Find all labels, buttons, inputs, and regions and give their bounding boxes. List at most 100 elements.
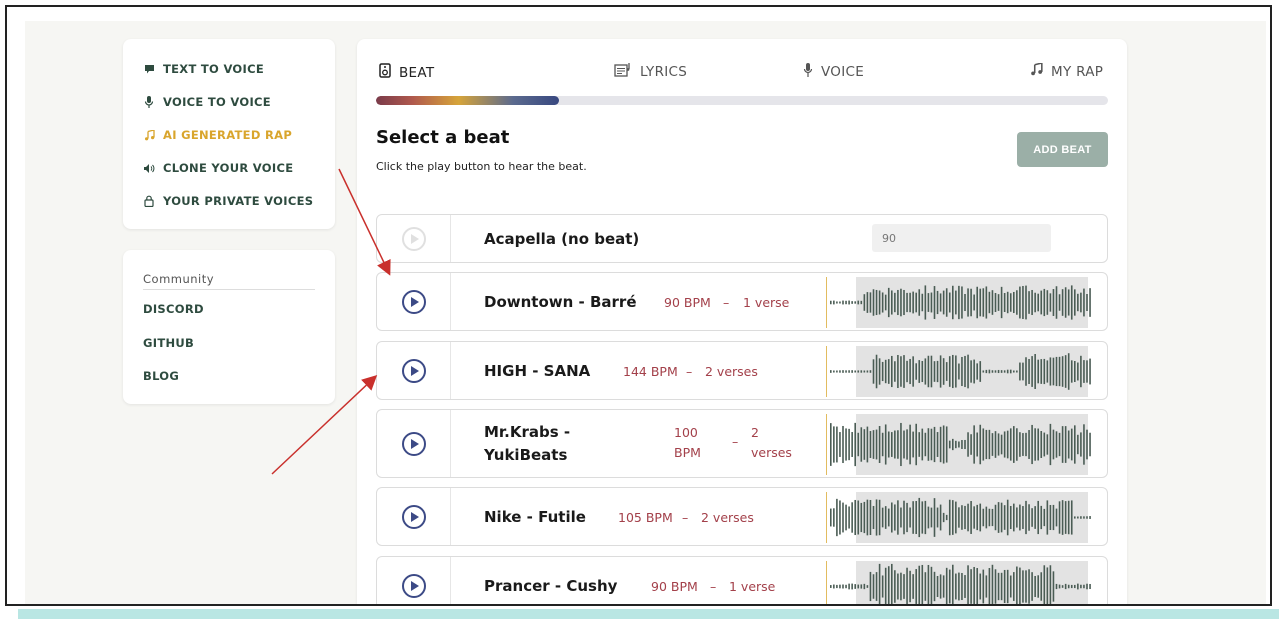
beat-name-line2: YukiBeats — [484, 446, 568, 464]
waveform-bar — [1022, 362, 1024, 381]
waveform-bar — [1043, 565, 1046, 604]
waveform-bar — [1086, 360, 1088, 383]
beat-row-high[interactable]: HIGH - SANA 144 BPM – 2 verses — [376, 341, 1108, 400]
waveform-bar — [979, 361, 982, 382]
play-icon[interactable] — [401, 573, 426, 598]
beat-row-prancer[interactable]: Prancer - Cushy 90 BPM – 1 verse — [376, 556, 1108, 606]
waveform-bar — [1089, 288, 1091, 317]
beat-row-acapella[interactable]: Acapella (no beat) — [376, 214, 1108, 263]
beat-row-mr-krabs[interactable]: Mr.Krabs - YukiBeats 100 BPM – 2 verses — [376, 409, 1108, 478]
waveform-bar — [1049, 423, 1052, 466]
nav-item-your-private-voices[interactable]: YOUR PRIVATE VOICES — [143, 194, 313, 208]
nav-item-text-to-voice[interactable]: TEXT TO VOICE — [143, 62, 264, 76]
waveform-bar — [918, 565, 921, 604]
waveform-bar — [845, 370, 847, 373]
waveform-bar — [912, 431, 914, 458]
waveform[interactable] — [826, 488, 1096, 547]
nav-item-ai-generated-rap[interactable]: AI GENERATED RAP — [143, 128, 292, 142]
beat-name: Acapella (no beat) — [484, 230, 640, 248]
waveform-bar — [1052, 357, 1055, 386]
waveform-bar — [836, 584, 838, 589]
play-icon[interactable] — [401, 289, 426, 314]
waveform[interactable] — [826, 557, 1096, 606]
waveform-bar — [1083, 516, 1085, 519]
waveform-bar — [830, 585, 832, 588]
waveform-bar — [1055, 356, 1058, 387]
waveform-bar — [1070, 584, 1073, 589]
nav-item-voice-to-voice[interactable]: VOICE TO VOICE — [143, 95, 271, 109]
waveform-bar — [1037, 293, 1039, 312]
waveform-bar — [900, 507, 902, 528]
waveform-bar — [860, 427, 863, 462]
waveform-bar — [915, 423, 917, 466]
waveform-bar — [842, 300, 844, 305]
waveform-bar — [842, 370, 844, 373]
waveform-bar — [939, 574, 942, 599]
waveform[interactable] — [826, 273, 1096, 332]
link-github[interactable]: GITHUB — [143, 336, 194, 350]
waveform-bar — [921, 428, 924, 461]
tab-beat[interactable]: BEAT — [379, 63, 434, 82]
tab-my-rap[interactable]: MY RAP — [1030, 62, 1104, 80]
waveform-bar — [887, 566, 890, 604]
play-cell — [377, 557, 451, 604]
link-blog[interactable]: BLOG — [143, 369, 179, 383]
beat-row-downtown[interactable]: Downtown - Barré 90 BPM – 1 verse — [376, 272, 1108, 331]
waveform-bar — [924, 572, 927, 601]
waveform-bar — [952, 564, 954, 604]
link-discord[interactable]: DISCORD — [143, 302, 204, 316]
waveform-bar — [927, 564, 930, 604]
waveform-bar — [1067, 289, 1070, 316]
waveform-bar — [997, 433, 1000, 456]
waveform-bar — [1034, 575, 1036, 598]
waveform-bar — [857, 432, 860, 457]
beat-bpm-line1: 100 — [674, 425, 698, 440]
waveform-bar — [1006, 569, 1009, 604]
waveform-bar — [979, 424, 982, 465]
waveform-bar — [967, 503, 969, 532]
waveform-bar — [964, 293, 966, 312]
play-cell — [377, 488, 451, 545]
waveform-bar — [1016, 370, 1018, 373]
waveform-bar — [1046, 500, 1049, 535]
waveform-bar — [915, 292, 917, 313]
waveform-bar — [851, 432, 853, 457]
play-icon[interactable] — [401, 504, 426, 529]
bpm-input[interactable] — [872, 224, 1051, 252]
waveform-bar — [909, 507, 911, 528]
waveform-bar — [1022, 570, 1024, 603]
waveform-bar — [1013, 370, 1015, 373]
waveform-bar — [927, 428, 930, 461]
waveform-bar — [1034, 292, 1036, 313]
waveform-bar — [894, 570, 896, 603]
play-icon[interactable] — [401, 431, 426, 456]
waveform[interactable] — [826, 410, 1096, 479]
waveform-bar — [991, 564, 994, 604]
tab-label: MY RAP — [1051, 63, 1104, 80]
waveform-bar — [1037, 428, 1039, 461]
waveform-bar — [933, 571, 936, 602]
waveform-bar — [973, 425, 975, 464]
page-title: Select a beat — [376, 127, 510, 148]
beat-row-nike[interactable]: Nike - Futile 105 BPM – 2 verses — [376, 487, 1108, 546]
nav-item-clone-your-voice[interactable]: CLONE YOUR VOICE — [143, 161, 293, 175]
waveform-bar — [952, 438, 954, 451]
waveform-bar — [1052, 429, 1055, 460]
waveform-bar — [1049, 504, 1052, 531]
waveform-bar — [897, 573, 899, 600]
tab-lyrics[interactable]: LYRICS — [614, 63, 687, 81]
waveform-bar — [918, 360, 921, 383]
waveform-bar — [1064, 426, 1067, 463]
waveform-bar — [839, 301, 841, 304]
play-cell — [377, 410, 451, 477]
tab-voice[interactable]: VOICE — [803, 63, 864, 81]
play-icon[interactable] — [401, 226, 426, 251]
waveform-bar — [1058, 584, 1061, 589]
waveform-bar — [894, 504, 896, 531]
waveform[interactable] — [826, 342, 1096, 401]
waveform-bar — [958, 441, 960, 448]
waveform-bar — [1025, 500, 1027, 535]
play-icon[interactable] — [401, 358, 426, 383]
waveform-bar — [1043, 432, 1046, 457]
add-beat-button[interactable]: ADD BEAT — [1017, 132, 1108, 167]
